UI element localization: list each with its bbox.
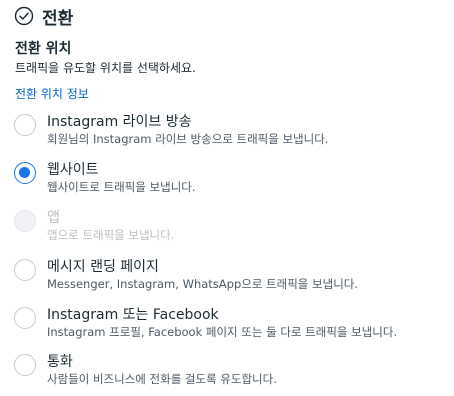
destination-title: 전환 위치 bbox=[15, 41, 72, 57]
option-label: 웹사이트 bbox=[47, 162, 99, 178]
option-description: Messenger, Instagram, WhatsApp으로 트래픽을 보냅… bbox=[47, 277, 359, 291]
option-call[interactable]: 통화 사람들이 비즈니스에 전화를 걸도록 유도합니다. bbox=[14, 350, 444, 390]
option-description: 회원님의 Instagram 라이브 방송으로 트래픽을 보냅니다. bbox=[47, 132, 329, 146]
option-instagram-or-facebook[interactable]: Instagram 또는 Facebook Instagram 프로필, Fac… bbox=[14, 303, 444, 343]
option-description: 사람들이 비즈니스에 전화를 걸도록 유도합니다. bbox=[47, 372, 277, 386]
option-label: Instagram 또는 Facebook bbox=[47, 307, 219, 323]
option-website[interactable]: 웹사이트 웹사이트로 트래픽을 보냅니다. bbox=[14, 158, 444, 198]
radio-button[interactable] bbox=[14, 114, 36, 136]
option-message-landing-page[interactable]: 메시지 랜딩 페이지 Messenger, Instagram, WhatsAp… bbox=[14, 255, 444, 295]
radio-button[interactable] bbox=[14, 307, 36, 329]
option-description: 앱으로 트래픽을 보냅니다. bbox=[47, 228, 175, 242]
option-label: Instagram 라이브 방송 bbox=[47, 114, 192, 130]
option-label: 통화 bbox=[47, 354, 73, 370]
check-circle-icon bbox=[14, 6, 34, 26]
destination-info-link[interactable]: 전환 위치 정보 bbox=[15, 85, 89, 102]
option-description: Instagram 프로필, Facebook 페이지 또는 둘 다로 트래픽을… bbox=[47, 325, 398, 339]
radio-button-selected[interactable] bbox=[14, 162, 36, 184]
radio-button[interactable] bbox=[14, 354, 36, 376]
radio-button-disabled bbox=[14, 210, 36, 232]
option-app: 앱 앱으로 트래픽을 보냅니다. bbox=[14, 206, 444, 246]
conversion-panel: 전환 전환 위치 트래픽을 유도할 위치를 선택하세요. 전환 위치 정보 In… bbox=[0, 0, 454, 396]
section-heading: 전환 bbox=[42, 8, 74, 29]
option-label: 메시지 랜딩 페이지 bbox=[47, 259, 159, 275]
option-instagram-live[interactable]: Instagram 라이브 방송 회원님의 Instagram 라이브 방송으로… bbox=[14, 110, 444, 150]
option-label: 앱 bbox=[47, 210, 60, 226]
option-description: 웹사이트로 트래픽을 보냅니다. bbox=[47, 180, 196, 194]
conversion-header: 전환 bbox=[14, 4, 74, 29]
radio-button[interactable] bbox=[14, 259, 36, 281]
destination-description: 트래픽을 유도할 위치를 선택하세요. bbox=[15, 61, 196, 75]
